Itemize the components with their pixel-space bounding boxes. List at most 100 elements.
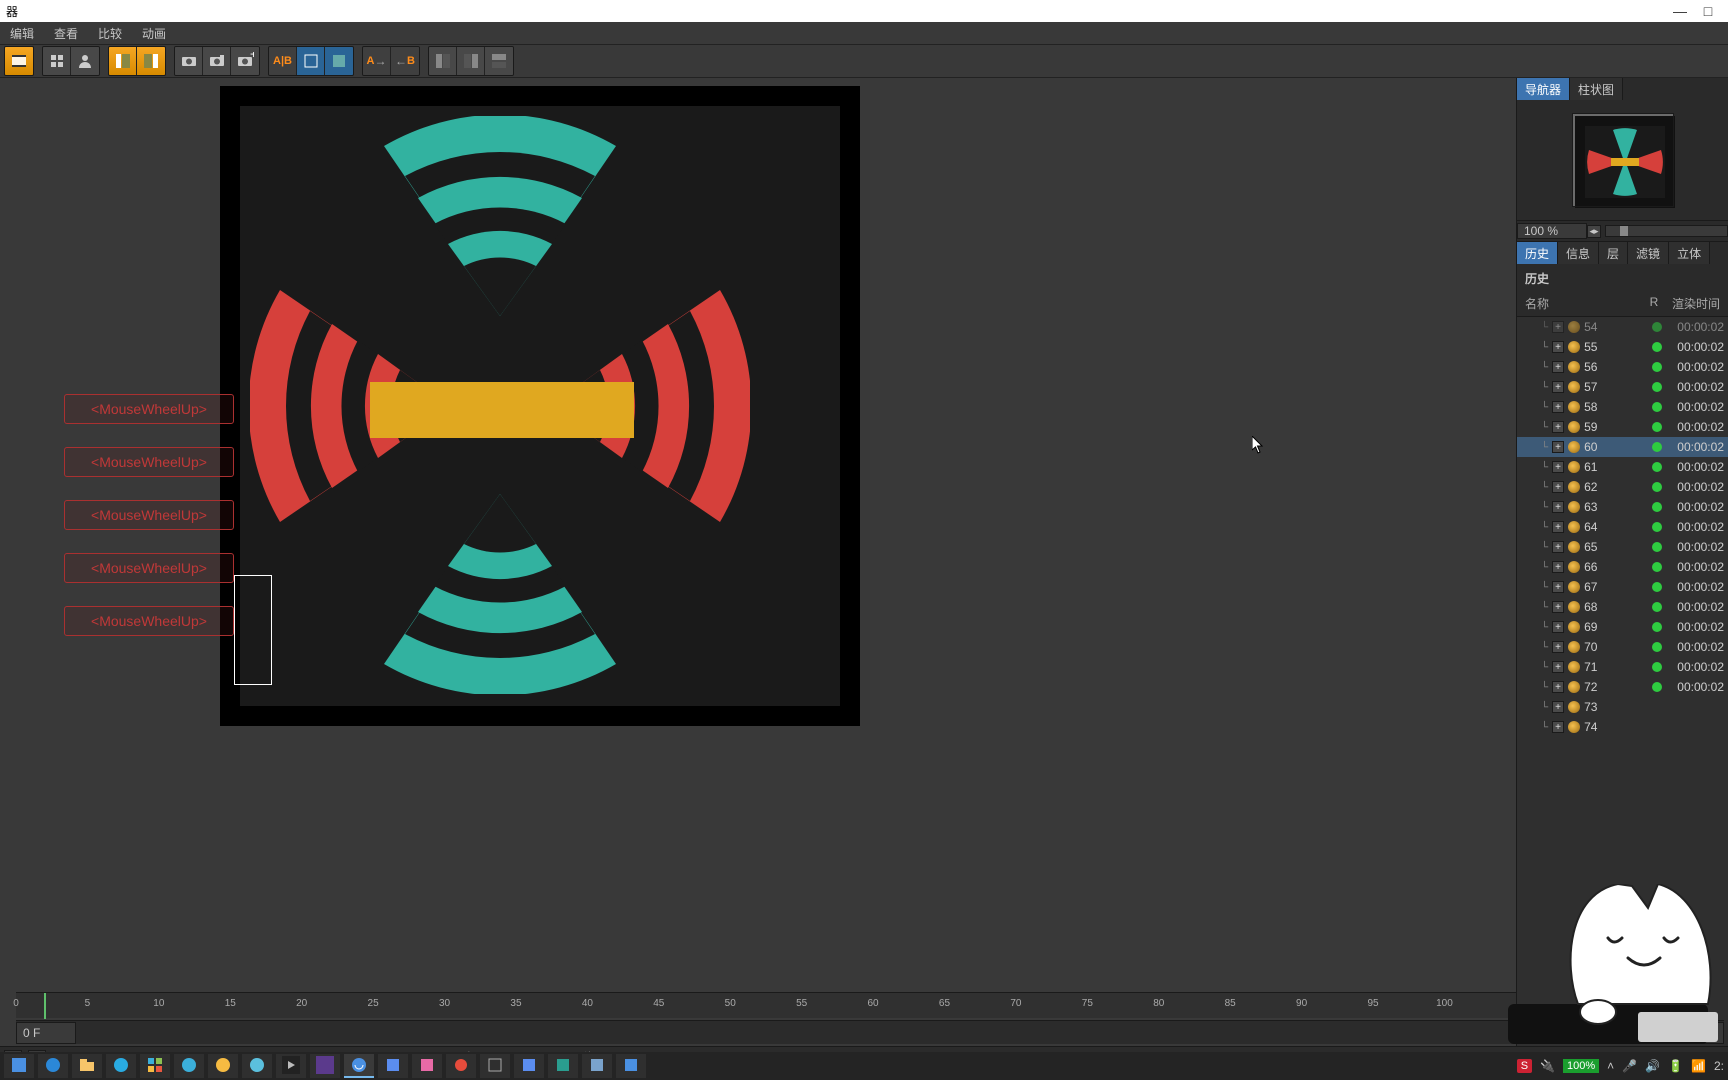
taskbar-app-18[interactable]: [582, 1054, 612, 1078]
expand-icon[interactable]: +: [1552, 461, 1564, 473]
tab-history[interactable]: 历史: [1517, 242, 1558, 264]
frame-start-input[interactable]: 0 F: [16, 1022, 76, 1044]
taskbar-app-15[interactable]: [480, 1054, 510, 1078]
expand-icon[interactable]: +: [1552, 681, 1564, 693]
camera-plus-icon[interactable]: +: [231, 47, 259, 75]
expand-icon[interactable]: +: [1552, 421, 1564, 433]
frame-end-extra[interactable]: 12: [1694, 1022, 1724, 1044]
grid-move-icon[interactable]: [43, 47, 71, 75]
expand-icon[interactable]: +: [1552, 661, 1564, 673]
history-row[interactable]: └ + 58 00:00:02: [1517, 397, 1728, 417]
history-row[interactable]: └ + 74: [1517, 717, 1728, 737]
history-row[interactable]: └ + 68 00:00:02: [1517, 597, 1728, 617]
speaker-icon[interactable]: 🔊: [1645, 1059, 1660, 1073]
expand-icon[interactable]: +: [1552, 621, 1564, 633]
taskbar-app-12[interactable]: [378, 1054, 408, 1078]
expand-icon[interactable]: +: [1552, 321, 1564, 333]
history-row[interactable]: └ + 66 00:00:02: [1517, 557, 1728, 577]
tab-layers[interactable]: 层: [1599, 242, 1628, 264]
maximize-button[interactable]: □: [1694, 3, 1722, 19]
expand-icon[interactable]: +: [1552, 481, 1564, 493]
layout-right-icon[interactable]: [137, 47, 165, 75]
usb-icon[interactable]: 🔌: [1540, 1059, 1555, 1073]
expand-icon[interactable]: +: [1552, 701, 1564, 713]
taskbar-app-1[interactable]: [4, 1054, 34, 1078]
expand-icon[interactable]: +: [1552, 361, 1564, 373]
history-row[interactable]: └ + 57 00:00:02: [1517, 377, 1728, 397]
history-row[interactable]: └ + 63 00:00:02: [1517, 497, 1728, 517]
microphone-icon[interactable]: 🎤: [1622, 1059, 1637, 1073]
taskbar-app-8[interactable]: [242, 1054, 272, 1078]
clock[interactable]: 2:: [1714, 1059, 1724, 1073]
tab-info[interactable]: 信息: [1558, 242, 1599, 264]
taskbar-app-13[interactable]: [412, 1054, 442, 1078]
expand-icon[interactable]: +: [1552, 581, 1564, 593]
compare-b-button[interactable]: ←B: [391, 47, 419, 75]
taskbar-app-16[interactable]: [514, 1054, 544, 1078]
expand-icon[interactable]: +: [1552, 601, 1564, 613]
snapshot-icon[interactable]: [203, 47, 231, 75]
timeline[interactable]: 0510152025303540455055606570758085909510…: [16, 992, 1516, 1018]
channel-box1-icon[interactable]: [297, 47, 325, 75]
menu-edit[interactable]: 编辑: [0, 25, 44, 42]
navigator-thumbnail[interactable]: [1573, 114, 1673, 206]
zoom-spin[interactable]: ◂▸: [1587, 225, 1601, 238]
battery-pct[interactable]: 100%: [1563, 1059, 1599, 1073]
expand-icon[interactable]: +: [1552, 381, 1564, 393]
history-row[interactable]: └ + 67 00:00:02: [1517, 577, 1728, 597]
expand-icon[interactable]: +: [1552, 401, 1564, 413]
tab-navigator[interactable]: 导航器: [1517, 78, 1570, 100]
history-row[interactable]: └ + 61 00:00:02: [1517, 457, 1728, 477]
history-row[interactable]: └ + 55 00:00:02: [1517, 337, 1728, 357]
menu-animation[interactable]: 动画: [132, 25, 176, 42]
expand-icon[interactable]: +: [1552, 441, 1564, 453]
frame-end-input[interactable]: 120 F: [1634, 1022, 1694, 1044]
tab-stereo[interactable]: 立体: [1669, 242, 1710, 264]
taskbar-edge[interactable]: [38, 1054, 68, 1078]
compare-a-button[interactable]: A→: [363, 47, 391, 75]
history-row[interactable]: └ + 71 00:00:02: [1517, 657, 1728, 677]
ime-indicator[interactable]: S: [1517, 1059, 1532, 1073]
split-left-icon[interactable]: [429, 47, 457, 75]
layout-left-icon[interactable]: [109, 47, 137, 75]
tab-filters[interactable]: 滤镜: [1628, 242, 1669, 264]
split-right-icon[interactable]: [457, 47, 485, 75]
taskbar-app-record[interactable]: [446, 1054, 476, 1078]
taskbar-app-17[interactable]: [548, 1054, 578, 1078]
history-row[interactable]: └ + 69 00:00:02: [1517, 617, 1728, 637]
expand-icon[interactable]: +: [1552, 501, 1564, 513]
history-row[interactable]: └ + 54 00:00:02: [1517, 317, 1728, 337]
taskbar-app-9[interactable]: [276, 1054, 306, 1078]
minimize-button[interactable]: —: [1666, 3, 1694, 19]
history-row[interactable]: └ + 64 00:00:02: [1517, 517, 1728, 537]
wifi-icon[interactable]: 📶: [1691, 1059, 1706, 1073]
person-icon[interactable]: [71, 47, 99, 75]
history-row[interactable]: └ + 59 00:00:02: [1517, 417, 1728, 437]
menu-compare[interactable]: 比较: [88, 25, 132, 42]
camera-icon[interactable]: [175, 47, 203, 75]
expand-icon[interactable]: +: [1552, 641, 1564, 653]
expand-icon[interactable]: +: [1552, 561, 1564, 573]
expand-icon[interactable]: +: [1552, 341, 1564, 353]
taskbar-app-7[interactable]: [208, 1054, 238, 1078]
taskbar-app-c4d[interactable]: [344, 1054, 374, 1078]
history-row[interactable]: └ + 65 00:00:02: [1517, 537, 1728, 557]
taskbar-app-4[interactable]: [106, 1054, 136, 1078]
expand-icon[interactable]: +: [1552, 521, 1564, 533]
zoom-slider[interactable]: [1605, 225, 1728, 237]
battery-icon[interactable]: 🔋: [1668, 1059, 1683, 1073]
expand-icon[interactable]: +: [1552, 721, 1564, 733]
ab-split-icon[interactable]: A|B: [269, 47, 297, 75]
taskbar-app-6[interactable]: [174, 1054, 204, 1078]
history-row[interactable]: └ + 62 00:00:02: [1517, 477, 1728, 497]
menu-view[interactable]: 查看: [44, 25, 88, 42]
split-both-icon[interactable]: [485, 47, 513, 75]
history-row[interactable]: └ + 70 00:00:02: [1517, 637, 1728, 657]
chevron-up-icon[interactable]: ˄: [1607, 1059, 1614, 1073]
timeline-playhead[interactable]: [44, 993, 46, 1019]
expand-icon[interactable]: +: [1552, 541, 1564, 553]
taskbar-app-5[interactable]: [140, 1054, 170, 1078]
history-row[interactable]: └ + 60 00:00:02: [1517, 437, 1728, 457]
taskbar-explorer[interactable]: [72, 1054, 102, 1078]
taskbar-app-10[interactable]: [310, 1054, 340, 1078]
